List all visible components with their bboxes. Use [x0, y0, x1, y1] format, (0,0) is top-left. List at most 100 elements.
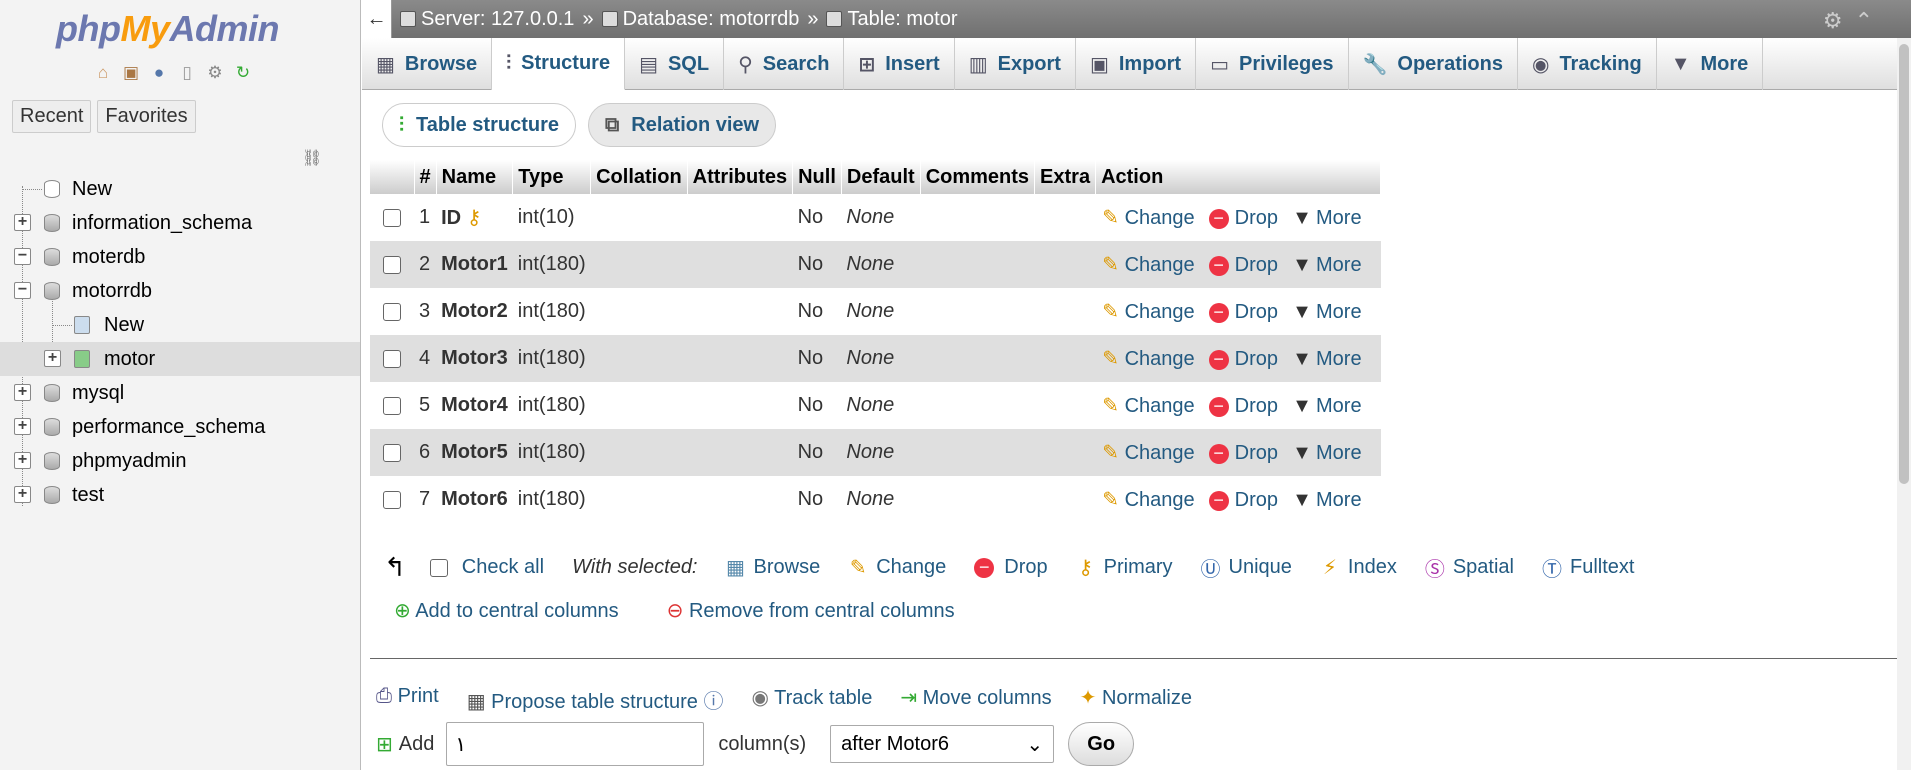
breadcrumb-database[interactable]: Database: motorrdb [601, 8, 799, 31]
change-button[interactable]: ✎ Change [1101, 301, 1194, 323]
more-button[interactable]: ▼ More [1292, 395, 1361, 417]
tab-more[interactable]: ▼ More [1657, 38, 1764, 90]
settings-icon[interactable]: ⚙ [1823, 8, 1843, 34]
reload-icon[interactable]: ↻ [232, 62, 254, 84]
recent-button[interactable]: Recent [12, 100, 92, 133]
table-structure-button[interactable]: ⫶ Table structure [382, 103, 576, 147]
change-button[interactable]: ✎ Change [1101, 254, 1194, 276]
tree-item-new-table[interactable]: New [0, 308, 360, 342]
tab-search[interactable]: ⚲ Search [724, 38, 845, 90]
more-button[interactable]: ▼ More [1292, 489, 1361, 511]
expand-icon[interactable]: + [14, 418, 31, 435]
row-checkbox[interactable] [383, 208, 401, 227]
bulk-primary-button[interactable]: ⚷ Primary [1076, 555, 1172, 580]
check-all-checkbox[interactable] [429, 558, 448, 577]
tab-privileges[interactable]: ▭ Privileges [1196, 38, 1349, 90]
tab-browse[interactable]: ▦ Browse [362, 38, 493, 90]
move-columns-link[interactable]: ⇥ Move columns [900, 685, 1051, 714]
phpmyadmin-logo[interactable]: phpMyAdmin [56, 8, 279, 50]
collapse-icon[interactable]: − [14, 282, 31, 299]
scrollbar-thumb[interactable] [1899, 44, 1909, 484]
drop-button[interactable]: − Drop [1208, 489, 1278, 511]
tab-import[interactable]: ▣ Import [1076, 38, 1197, 90]
track-table-link[interactable]: ◉ Track table [752, 685, 873, 714]
tree-item-information_schema[interactable]: + information_schema [0, 206, 360, 240]
favorites-button[interactable]: Favorites [97, 100, 196, 133]
change-button[interactable]: ✎ Change [1101, 207, 1194, 229]
bulk-fulltext-button[interactable]: Ⓣ Fulltext [1542, 553, 1634, 582]
propose-structure-link[interactable]: ▦ Propose table structure ⓘ [467, 685, 724, 714]
scrollbar[interactable] [1897, 38, 1911, 770]
tree-item-performance_schema[interactable]: + performance_schema [0, 410, 360, 444]
row-checkbox[interactable] [383, 255, 401, 274]
remove-central-columns-button[interactable]: ⊖ Remove from central columns [667, 598, 955, 623]
tree-item-new[interactable]: New [0, 172, 360, 206]
check-all[interactable]: Check all [429, 556, 544, 579]
add-central-columns-button[interactable]: ⊕ Add to central columns [394, 598, 619, 623]
after-column-select[interactable]: after Motor6 ⌄ [830, 725, 1055, 763]
normalize-link[interactable]: ✦ Normalize [1080, 685, 1192, 714]
link-with-main-icon[interactable]: ⛓ [302, 148, 322, 168]
row-checkbox[interactable] [383, 302, 401, 321]
drop-button[interactable]: − Drop [1208, 207, 1278, 229]
collapse-icon[interactable]: − [14, 248, 31, 265]
change-button[interactable]: ✎ Change [1101, 489, 1194, 511]
expand-icon[interactable]: + [14, 452, 31, 469]
breadcrumb-table[interactable]: Table: motor [826, 8, 958, 31]
collapse-nav-button[interactable]: ← [362, 0, 392, 38]
tab-tracking[interactable]: ◉ Tracking [1518, 38, 1657, 90]
bulk-spatial-button[interactable]: Ⓢ Spatial [1425, 553, 1514, 582]
bulk-index-button[interactable]: ⚡ Index [1320, 555, 1397, 580]
go-button[interactable]: Go [1068, 722, 1135, 766]
change-button[interactable]: ✎ Change [1101, 442, 1194, 464]
row-checkbox[interactable] [383, 490, 401, 509]
breadcrumb-server[interactable]: Server: 127.0.0.1 [400, 8, 574, 31]
bulk-change-button[interactable]: ✎ Change [848, 555, 946, 580]
bulk-drop-button[interactable]: − Drop [974, 556, 1048, 579]
print-link[interactable]: ⎙ Print [376, 685, 439, 714]
settings-icon[interactable]: ⚙ [204, 62, 226, 84]
expand-icon[interactable]: + [14, 384, 31, 401]
tab-operations[interactable]: 🔧 Operations [1349, 38, 1518, 90]
help-icon[interactable]: ● [148, 62, 170, 84]
row-checkbox[interactable] [383, 443, 401, 462]
tree-item-motor[interactable]: + motor [0, 342, 360, 376]
more-button[interactable]: ▼ More [1292, 301, 1361, 323]
column-count-input[interactable] [446, 722, 705, 766]
row-checkbox[interactable] [383, 396, 401, 415]
more-button[interactable]: ▼ More [1292, 348, 1361, 370]
more-button[interactable]: ▼ More [1292, 254, 1361, 276]
tree-item-phpmyadmin[interactable]: + phpmyadmin [0, 444, 360, 478]
drop-button[interactable]: − Drop [1208, 254, 1278, 276]
row-checkbox[interactable] [383, 349, 401, 368]
collapse-top-icon[interactable]: ⌃ [1855, 8, 1873, 34]
drop-button[interactable]: − Drop [1208, 442, 1278, 464]
expand-icon[interactable]: + [44, 350, 61, 367]
home-icon[interactable]: ⌂ [92, 62, 114, 84]
expand-icon[interactable]: + [14, 214, 31, 231]
bulk-browse-button[interactable]: ▦ Browse [726, 555, 820, 580]
change-button[interactable]: ✎ Change [1101, 348, 1194, 370]
tree-item-motorrdb[interactable]: − motorrdb [0, 274, 360, 308]
tab-structure[interactable]: ⫶ Structure [492, 38, 626, 90]
tab-sql[interactable]: ▤ SQL [625, 38, 725, 90]
more-button[interactable]: ▼ More [1292, 442, 1361, 464]
relation-icon: ⧉ [605, 113, 620, 136]
relation-view-button[interactable]: ⧉ Relation view [588, 103, 777, 147]
tab-export[interactable]: ▥ Export [955, 38, 1076, 90]
expand-icon[interactable]: + [14, 486, 31, 503]
tab-insert[interactable]: ⊞ Insert [844, 38, 955, 90]
exit-icon[interactable]: ▣ [120, 62, 142, 84]
help-icon[interactable]: ⓘ [704, 691, 724, 713]
more-button[interactable]: ▼ More [1292, 207, 1361, 229]
tree-item-moterdb[interactable]: − moterdb [0, 240, 360, 274]
docs-icon[interactable]: ▯ [176, 62, 198, 84]
drop-icon: − [1208, 490, 1229, 511]
tree-item-mysql[interactable]: + mysql [0, 376, 360, 410]
tree-item-test[interactable]: + test [0, 478, 360, 512]
bulk-unique-button[interactable]: Ⓤ Unique [1201, 553, 1292, 582]
drop-button[interactable]: − Drop [1208, 395, 1278, 417]
change-button[interactable]: ✎ Change [1101, 395, 1194, 417]
drop-button[interactable]: − Drop [1208, 301, 1278, 323]
drop-button[interactable]: − Drop [1208, 348, 1278, 370]
